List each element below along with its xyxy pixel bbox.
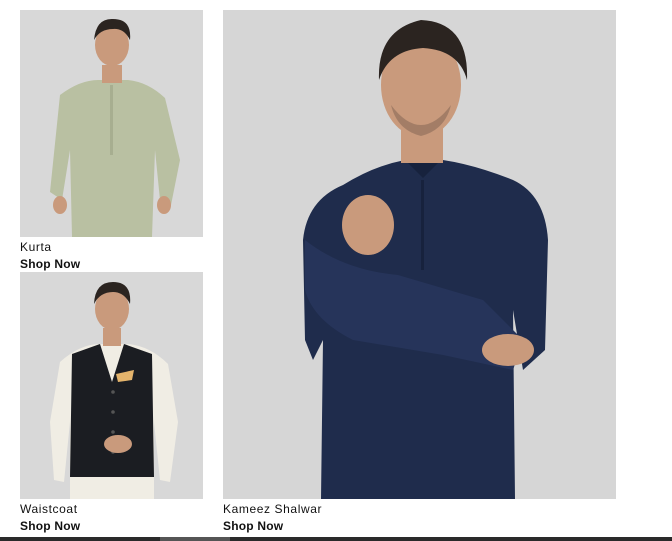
product-image-kurta[interactable] <box>20 10 203 237</box>
scrollbar-thumb[interactable] <box>160 537 230 541</box>
product-image-kameez-shalwar[interactable] <box>223 10 616 499</box>
shop-now-link-kameez-shalwar[interactable]: Shop Now <box>223 519 283 533</box>
product-name-waistcoat[interactable]: Waistcoat <box>20 502 78 516</box>
shop-now-link-kurta[interactable]: Shop Now <box>20 257 80 271</box>
kameez-shalwar-model-illustration <box>223 10 616 499</box>
horizontal-scrollbar[interactable] <box>0 537 672 541</box>
product-name-kameez-shalwar[interactable]: Kameez Shalwar <box>223 502 322 516</box>
kurta-model-illustration <box>20 10 203 237</box>
product-name-kurta[interactable]: Kurta <box>20 240 52 254</box>
shop-now-link-waistcoat[interactable]: Shop Now <box>20 519 80 533</box>
product-image-waistcoat[interactable] <box>20 272 203 499</box>
waistcoat-model-illustration <box>20 272 203 499</box>
